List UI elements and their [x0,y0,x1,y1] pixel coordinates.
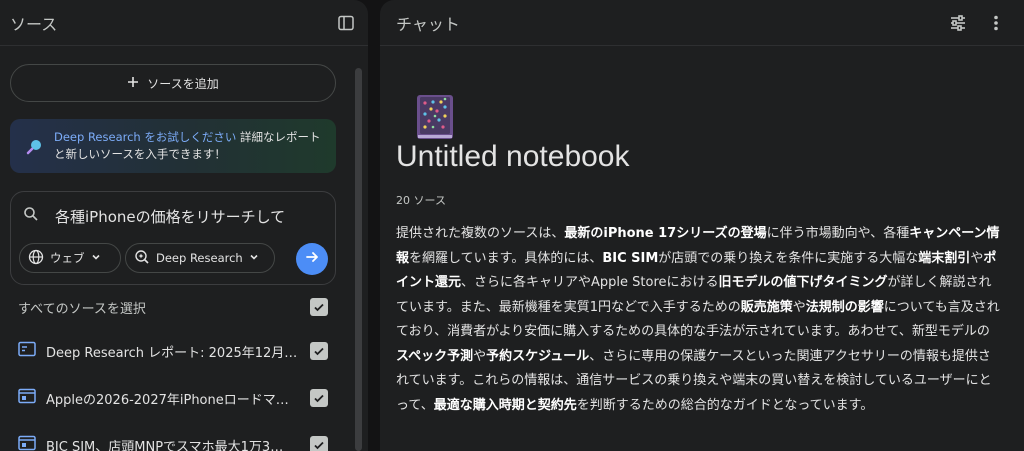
source-item-checkbox[interactable] [310,389,328,407]
chevron-down-icon [249,251,259,265]
summary-highlight: 端末割引 [918,250,971,266]
sources-scrollbar[interactable] [355,68,362,451]
summary-highlight: 旧モデルの値下げタイミング [718,275,888,290]
add-source-label: ソースを追加 [147,76,219,91]
summary-text: や [970,250,984,266]
source-item-label: BIC SIM、店頭MNPでスマホ最大1万3… [46,439,284,451]
chat-title: チャット [396,14,460,34]
magnifier-sparkle-icon [26,137,44,160]
panel-toggle-icon[interactable] [334,11,358,35]
summary-text: や [473,348,487,364]
summary-highlight: 最新のiPhone 17シリーズの登場 [564,226,767,241]
check-icon [314,441,324,450]
submit-research-button[interactable] [296,243,328,275]
plus-icon [127,76,139,91]
source-item[interactable]: BIC SIM、店頭MNPでスマホ最大1万3… [18,433,328,451]
summary-text: 提供された複数のソースは、 [396,226,565,241]
notebook-icon [416,94,454,144]
chat-actions [946,11,1008,35]
summary-text: を網羅しています。具体的には、 [409,250,603,266]
source-file-icon [18,435,36,451]
add-source-button[interactable]: ソースを追加 [10,64,336,102]
check-icon [314,347,324,356]
source-item-label: Appleの2026-2027年iPhoneロードマ… [46,392,289,408]
research-mode-dropdown[interactable]: Deep Research [125,243,275,273]
select-all-label: すべてのソースを選択 [18,301,146,317]
deep-research-icon [134,249,150,268]
select-all-sources-row[interactable]: すべてのソースを選択 [18,296,328,318]
source-item-label: Deep Research レポート: 2025年12月… [46,345,298,361]
research-query-input[interactable] [55,204,325,228]
summary-highlight: 予約スケジュール [486,348,590,364]
select-all-checkbox[interactable] [310,298,328,316]
summary-text: を判断するための総合的なガイドとなっています。 [576,397,874,413]
research-query-box: ウェブ Deep Research [10,191,336,285]
research-mode-label: Deep Research [156,251,243,265]
source-count: 20 ソース [396,194,446,207]
summary-highlight: 法規制の影響 [805,299,884,315]
summary-text: や [792,299,806,315]
source-file-icon [18,341,36,361]
check-icon [314,394,324,403]
summary-text: 、さらに各キャリアやApple Storeにおける [461,275,719,290]
deep-research-promo: Deep Research をお試しください 詳細なレポートと新しいソースを入手… [10,119,336,173]
tune-icon[interactable] [946,11,970,35]
sources-title: ソース [10,14,58,34]
notebook-title: Untitled notebook [396,140,630,173]
summary-highlight: 最適な購入時期と契約先 [433,397,577,413]
chevron-down-icon [91,251,101,265]
search-icon [23,206,39,226]
web-chip-label: ウェブ [50,251,85,265]
notebook-summary: 提供された複数のソースは、最新のiPhone 17シリーズの登場に伴う市場動向や… [396,222,1000,418]
globe-icon [28,249,44,268]
check-icon [314,303,324,312]
summary-text: に伴う市場動向や、各種 [766,226,910,241]
source-item[interactable]: Deep Research レポート: 2025年12月… [18,339,328,363]
summary-highlight: 販売施策 [740,299,793,315]
more-vert-icon[interactable] [984,11,1008,35]
source-item-checkbox[interactable] [310,436,328,451]
chat-header: チャット [380,0,1024,46]
summary-highlight: BIC SIM [602,250,659,266]
sources-panel: ソース ソースを追加 Deep Research をお試しください 詳細なレポー… [0,0,368,451]
summary-text: が店頭での乗り換えを条件に実施する大幅な [658,250,919,266]
arrow-right-icon [304,249,320,269]
deep-research-link[interactable]: Deep Research をお試しください [54,130,236,144]
source-file-icon [18,388,36,408]
source-item[interactable]: Appleの2026-2027年iPhoneロードマ… [18,386,328,410]
sources-header: ソース [0,0,368,46]
summary-highlight: スペック予測 [396,348,474,364]
web-source-dropdown[interactable]: ウェブ [19,243,121,273]
source-item-checkbox[interactable] [310,342,328,360]
